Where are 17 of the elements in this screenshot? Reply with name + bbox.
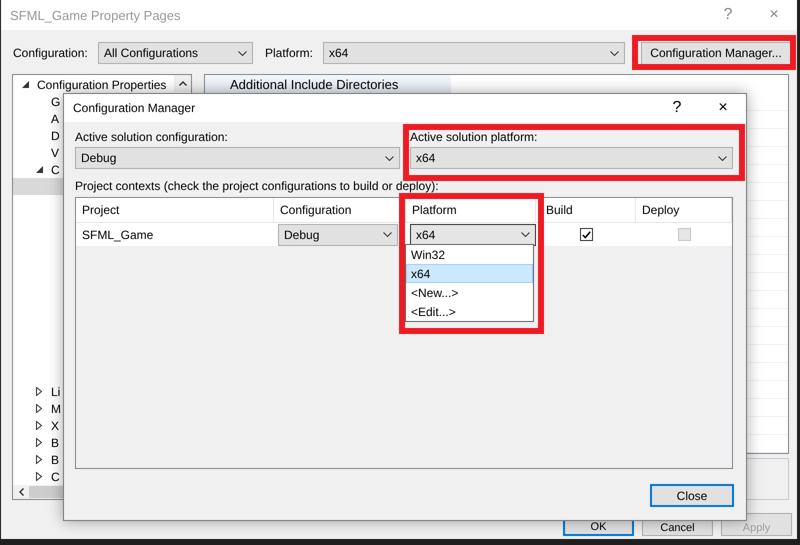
tree-item-label: Li [51, 384, 60, 398]
configuration-label: Configuration: [13, 46, 89, 60]
active-configuration-label: Active solution configuration: [75, 130, 229, 144]
tree-item-label: C [51, 470, 60, 484]
tree-item-label: B [51, 452, 60, 466]
dialog-title: Configuration Manager [73, 101, 196, 115]
active-platform-label: Active solution platform: [410, 130, 538, 144]
tree-item-label: Configuration Properties [37, 78, 166, 92]
tree-item-label: C [51, 162, 60, 176]
project-contexts-label: Project contexts (check the project configurations to build or deploy): [75, 179, 439, 193]
tree-item-label: B [51, 436, 60, 450]
table-cell-text: SFML_Game [81, 228, 154, 242]
tree-item-label: A [51, 112, 60, 126]
tree-item-label: X [51, 418, 60, 432]
platform-label: Platform: [264, 46, 314, 60]
window-title: SFML_Game Property Pages [10, 8, 182, 22]
tree-item-label: M [51, 402, 61, 416]
